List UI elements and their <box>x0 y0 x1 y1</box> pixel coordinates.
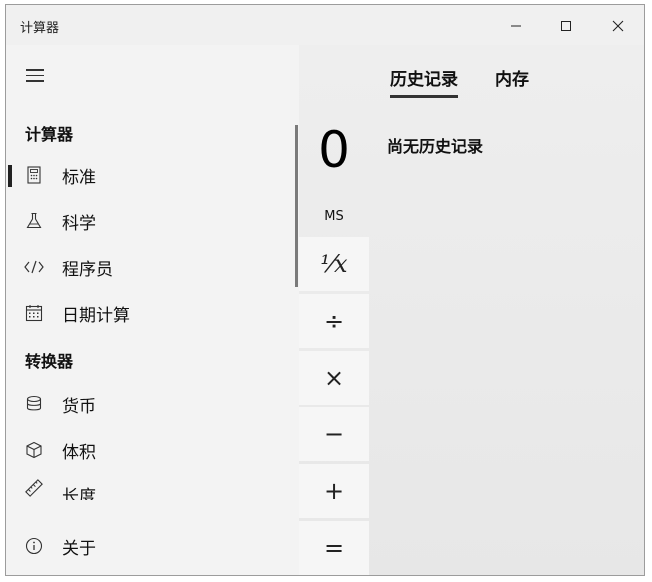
result-display: 0 <box>318 121 350 179</box>
calendar-icon <box>24 303 44 323</box>
add-key[interactable]: + <box>299 464 369 518</box>
close-button[interactable] <box>603 13 633 39</box>
navigation-pane: 计算器 标准 科学 程序员 日期计算 转换器 货币 体积 长度 关于 <box>6 45 299 575</box>
section-calculator-heading: 计算器 <box>25 125 74 144</box>
nav-item-length[interactable]: 长度 <box>6 474 299 500</box>
app-title: 计算器 <box>20 21 60 36</box>
history-empty-message: 尚无历史记录 <box>387 137 484 156</box>
ruler-icon <box>24 478 44 498</box>
nav-item-label: 标准 <box>62 167 96 188</box>
section-converter-heading: 转换器 <box>25 352 74 371</box>
reciprocal-key[interactable]: ¹⁄x <box>299 237 369 291</box>
nav-item-about[interactable]: 关于 <box>6 526 299 566</box>
nav-item-label: 体积 <box>62 442 96 463</box>
minimize-icon <box>511 25 521 27</box>
equals-key[interactable]: = <box>299 521 369 575</box>
hamburger-menu-icon[interactable] <box>26 69 44 83</box>
nav-item-label: 关于 <box>62 538 96 559</box>
calculator-window: 计算器 计算器 标准 科学 程序员 日期计算 转换器 货币 体积 长度 关于 0… <box>5 4 645 576</box>
memory-store-button[interactable]: MS <box>299 209 369 224</box>
tab-history[interactable]: 历史记录 <box>390 65 458 90</box>
multiply-key[interactable]: × <box>299 351 369 405</box>
selection-indicator <box>8 165 12 187</box>
active-tab-indicator <box>390 95 458 98</box>
maximize-button[interactable] <box>551 13 581 39</box>
tab-memory[interactable]: 内存 <box>495 65 529 90</box>
nav-item-label: 日期计算 <box>62 305 130 326</box>
nav-item-label: 科学 <box>62 213 96 234</box>
minimize-button[interactable] <box>501 13 531 39</box>
nav-item-programmer[interactable]: 程序员 <box>6 247 299 287</box>
main-area: 计算器 标准 科学 程序员 日期计算 转换器 货币 体积 长度 关于 0 MS … <box>6 45 644 575</box>
subtract-key[interactable]: − <box>299 407 369 461</box>
cube-icon <box>24 440 44 460</box>
flask-icon <box>24 211 44 231</box>
scrollbar-thumb[interactable] <box>295 125 298 287</box>
nav-item-label: 货币 <box>62 396 96 417</box>
info-icon <box>24 536 44 556</box>
nav-item-date-calculation[interactable]: 日期计算 <box>6 293 299 333</box>
currency-icon <box>24 394 44 414</box>
nav-item-label: 长度 <box>62 487 96 500</box>
nav-item-label: 程序员 <box>62 259 113 280</box>
nav-item-standard[interactable]: 标准 <box>6 155 299 195</box>
code-icon <box>24 257 44 277</box>
maximize-icon <box>561 21 571 31</box>
title-bar[interactable]: 计算器 <box>6 5 644 45</box>
nav-item-scientific[interactable]: 科学 <box>6 201 299 241</box>
divide-key[interactable]: ÷ <box>299 294 369 348</box>
close-icon <box>612 20 624 32</box>
nav-item-volume[interactable]: 体积 <box>6 430 299 470</box>
calculator-icon <box>24 165 44 185</box>
nav-item-currency[interactable]: 货币 <box>6 384 299 424</box>
